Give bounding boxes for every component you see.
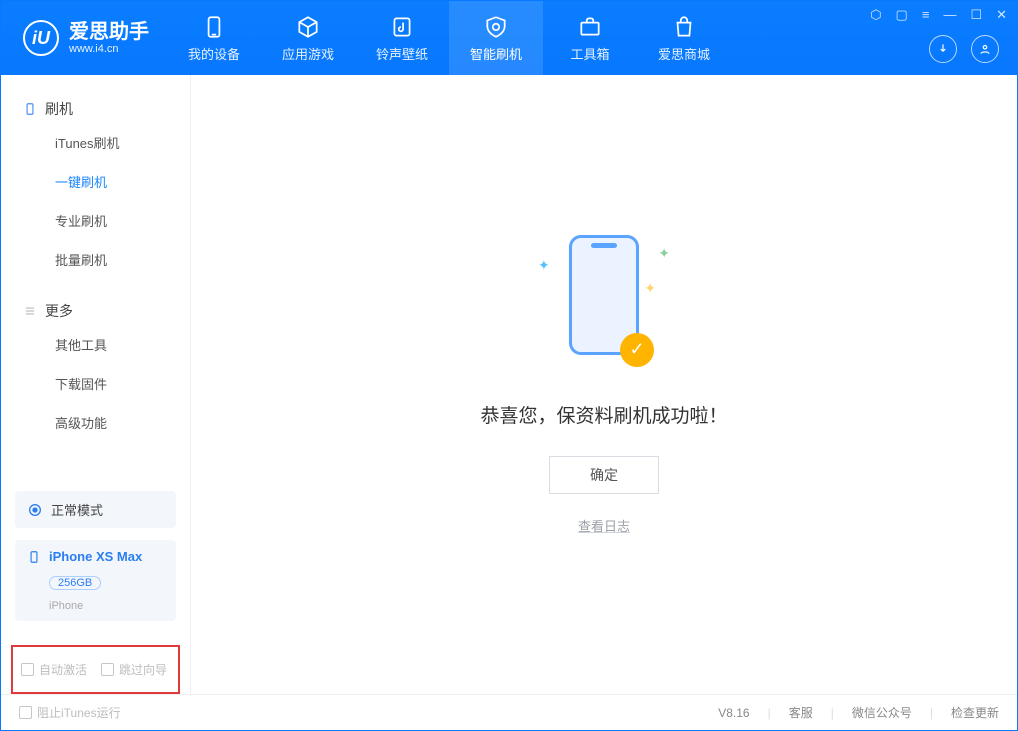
sidebar-group-flash: 刷机: [1, 89, 190, 123]
logo-icon: iU: [23, 20, 59, 56]
check-badge-icon: ✓: [620, 333, 654, 367]
music-note-icon: [389, 14, 415, 40]
sidebar-item-download-firmware[interactable]: 下载固件: [1, 364, 190, 403]
download-icon[interactable]: [929, 35, 957, 63]
checkbox-block-itunes[interactable]: 阻止iTunes运行: [19, 704, 121, 721]
device-name: iPhone XS Max: [49, 549, 142, 564]
sidebar-item-pro-flash[interactable]: 专业刷机: [1, 201, 190, 240]
device-info-card[interactable]: iPhone XS Max 256GB iPhone: [15, 540, 176, 621]
minimize-button[interactable]: —: [943, 7, 956, 23]
feedback-icon[interactable]: ▢: [896, 7, 908, 23]
support-link[interactable]: 客服: [789, 704, 813, 721]
app-url: www.i4.cn: [69, 43, 149, 55]
sidebar: 刷机 iTunes刷机 一键刷机 专业刷机 批量刷机 更多 其他工具 下载固件 …: [1, 75, 191, 694]
shield-refresh-icon: [483, 14, 509, 40]
checkbox-skip-guide[interactable]: 跳过向导: [101, 661, 167, 678]
mode-icon: [27, 502, 43, 518]
check-update-link[interactable]: 检查更新: [951, 704, 999, 721]
sidebar-item-one-click-flash[interactable]: 一键刷机: [1, 162, 190, 201]
view-log-link[interactable]: 查看日志: [578, 516, 630, 535]
success-message: 恭喜您，保资料刷机成功啦！: [480, 401, 727, 428]
app-body: 刷机 iTunes刷机 一键刷机 专业刷机 批量刷机 更多 其他工具 下载固件 …: [1, 75, 1017, 694]
sidebar-group-more: 更多: [1, 291, 190, 325]
flash-options-highlight: 自动激活 跳过向导: [11, 645, 180, 694]
menu-icon[interactable]: ≡: [922, 7, 930, 23]
nav-my-device[interactable]: 我的设备: [167, 1, 261, 75]
sidebar-item-other-tools[interactable]: 其他工具: [1, 325, 190, 364]
sidebar-item-batch-flash[interactable]: 批量刷机: [1, 240, 190, 279]
device-capacity: 256GB: [49, 576, 101, 590]
nav-apps-games[interactable]: 应用游戏: [261, 1, 355, 75]
title-bar: iU 爱思助手 www.i4.cn 我的设备 应用游戏 铃声壁纸 智能刷机: [1, 1, 1017, 75]
shirt-icon[interactable]: ⬡: [870, 7, 881, 23]
sparkle-icon: ✦: [644, 280, 656, 297]
checkbox-auto-activate[interactable]: 自动激活: [21, 661, 87, 678]
device-type: iPhone: [49, 600, 83, 612]
window-controls: ⬡ ▢ ≡ — ☐ ✕: [870, 7, 1007, 23]
nav-smart-flash[interactable]: 智能刷机: [449, 1, 543, 75]
nav-store[interactable]: 爱思商城: [637, 1, 731, 75]
phone-icon: [201, 14, 227, 40]
maximize-button[interactable]: ☐: [970, 7, 982, 23]
nav-ringtones-wallpapers[interactable]: 铃声壁纸: [355, 1, 449, 75]
app-logo: iU 爱思助手 www.i4.cn: [1, 1, 167, 75]
status-bar: 阻止iTunes运行 V8.16 | 客服 | 微信公众号 | 检查更新: [1, 694, 1017, 730]
sparkle-icon: ✦: [658, 245, 670, 262]
ok-button[interactable]: 确定: [549, 456, 659, 494]
shopping-bag-icon: [671, 14, 697, 40]
sidebar-item-itunes-flash[interactable]: iTunes刷机: [1, 123, 190, 162]
close-button[interactable]: ✕: [996, 7, 1007, 23]
app-window: iU 爱思助手 www.i4.cn 我的设备 应用游戏 铃声壁纸 智能刷机: [0, 0, 1018, 731]
user-icon[interactable]: [971, 35, 999, 63]
nav-toolbox[interactable]: 工具箱: [543, 1, 637, 75]
briefcase-icon: [577, 14, 603, 40]
app-name: 爱思助手: [69, 21, 149, 43]
checkbox-icon: [21, 663, 34, 676]
success-illustration: ✦ ✦ ✦ ✓: [544, 235, 664, 375]
device-icon: [23, 102, 37, 116]
main-content: ✦ ✦ ✦ ✓ 恭喜您，保资料刷机成功啦！ 确定 查看日志: [191, 75, 1017, 694]
device-mode-label: 正常模式: [51, 500, 103, 519]
sparkle-icon: ✦: [538, 257, 550, 274]
checkbox-icon: [19, 706, 32, 719]
cube-icon: [295, 14, 321, 40]
phone-small-icon: [27, 550, 41, 564]
wechat-link[interactable]: 微信公众号: [852, 704, 912, 721]
version-label: V8.16: [718, 706, 749, 720]
list-icon: [23, 304, 37, 318]
device-mode-card[interactable]: 正常模式: [15, 491, 176, 528]
header-right-icons: [929, 35, 999, 63]
checkbox-icon: [101, 663, 114, 676]
main-nav: 我的设备 应用游戏 铃声壁纸 智能刷机 工具箱 爱思商城: [167, 1, 731, 75]
sidebar-item-advanced[interactable]: 高级功能: [1, 403, 190, 442]
